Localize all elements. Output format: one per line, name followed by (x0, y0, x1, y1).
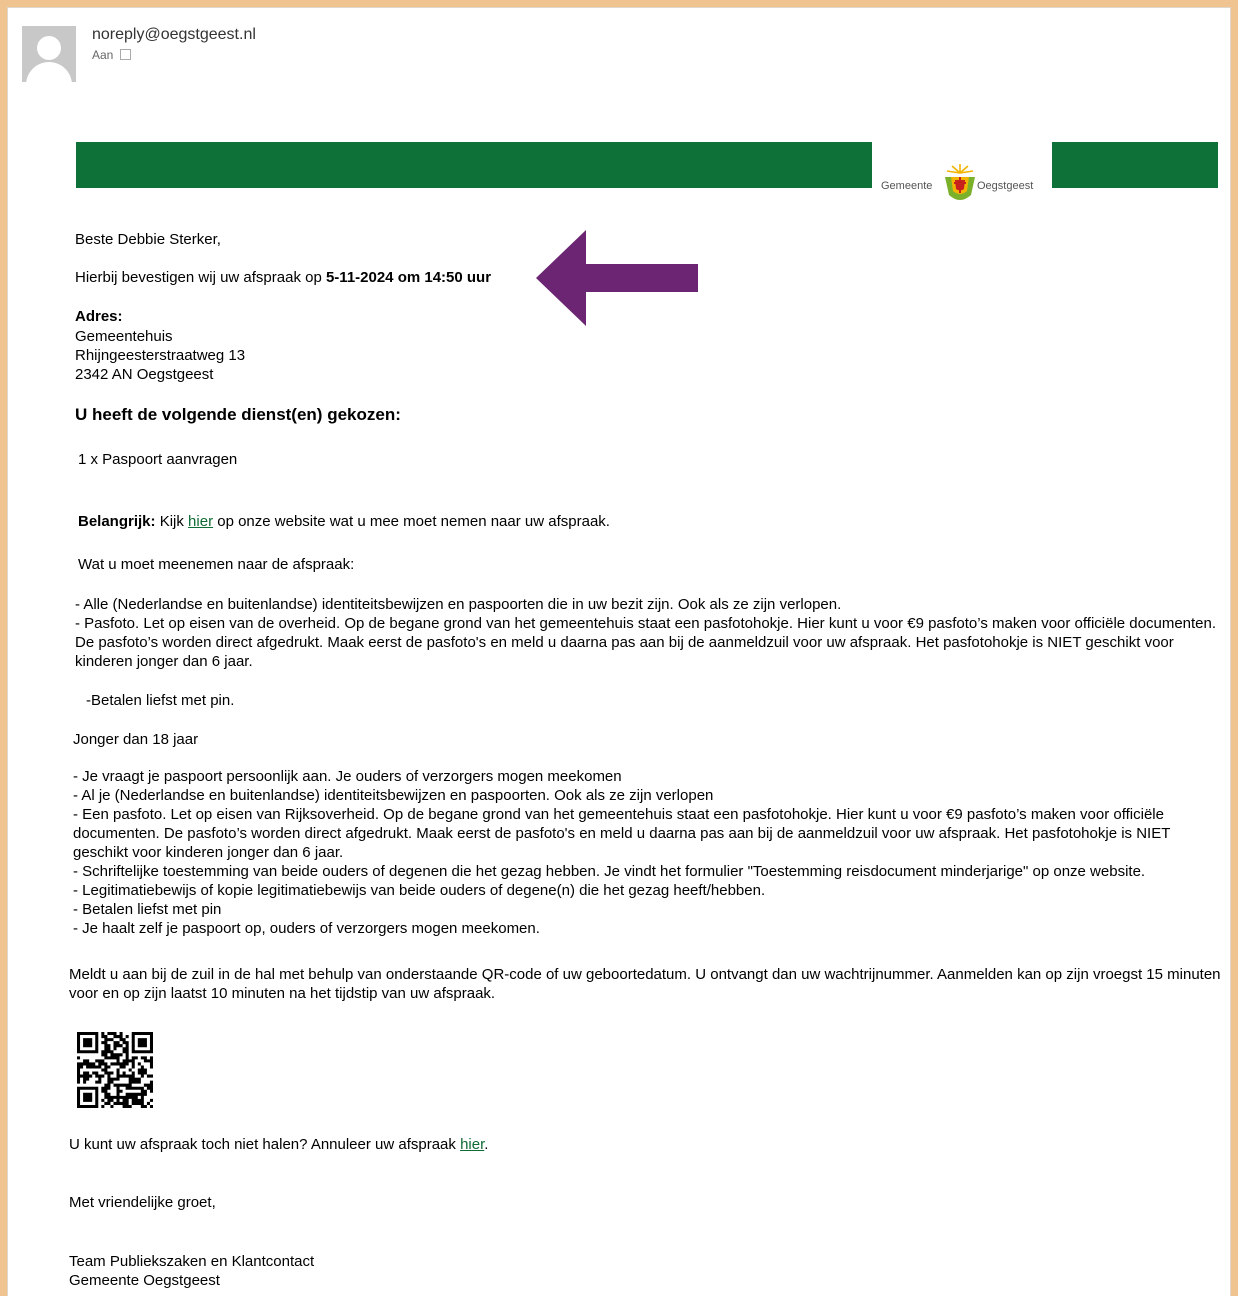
appointment-datetime: 5-11-2024 om 14:50 uur (325, 269, 492, 286)
email-viewer: noreply@oegstgeest.nl Aan Gemeente Oegst… (7, 7, 1231, 1296)
list-item: - Schriftelijke toestemming van beide ou… (73, 863, 1146, 880)
service-item: 1 x Paspoort aanvragen (78, 451, 238, 468)
greeting: Beste Debbie Sterker, (75, 231, 221, 248)
list-item: - Al je (Nederlandse en buitenlandse) id… (73, 787, 714, 804)
list-item: - Je haalt zelf je paspoort op, ouders o… (73, 920, 540, 937)
address-line: Gemeentehuis (75, 328, 173, 345)
coat-of-arms-icon (945, 164, 975, 200)
recipient-checkbox-icon[interactable] (120, 49, 132, 60)
logo-word-gemeente: Gemeente (881, 180, 933, 192)
address-line: 2342 AN Oegstgeest (75, 366, 214, 383)
list-item: - Betalen liefst met pin (73, 901, 222, 918)
pay-note: -Betalen liefst met pin. (86, 692, 235, 709)
sender-address[interactable]: noreply@oegstgeest.nl (92, 26, 256, 44)
website-link[interactable]: hier (188, 513, 213, 530)
list-item: - Alle (Nederlandse en buitenlandse) ide… (75, 596, 842, 613)
bring-list: - Alle (Nederlandse en buitenlandse) ide… (75, 595, 1222, 671)
important-label: Belangrijk: (78, 513, 156, 530)
minor-heading: Jonger dan 18 jaar (73, 731, 199, 748)
to-label: Aan (92, 48, 114, 62)
address-line: Rhijngeesterstraatweg 13 (75, 347, 246, 364)
list-item: - Een pasfoto. Let op eisen van Rijksove… (73, 806, 1171, 861)
header-banner-left (76, 142, 872, 188)
address-label: Adres: (75, 308, 123, 325)
minor-list: - Je vraagt je paspoort persoonlijk aan.… (73, 767, 1222, 938)
cancel-period: . (484, 1136, 489, 1153)
confirmation-line: Hierbij bevestigen wij uw afspraak op 5-… (75, 268, 491, 287)
services-heading: U heeft de volgende dienst(en) gekozen: (75, 405, 401, 424)
list-item: - Je vraagt je paspoort persoonlijk aan.… (73, 768, 622, 785)
confirmation-text: Hierbij bevestigen wij uw afspraak op (75, 269, 326, 286)
bring-heading: Wat u moet meenemen naar de afspraak: (78, 556, 355, 573)
recipient-row: Aan (92, 48, 132, 62)
municipality-logo: Gemeente Oegstgeest (881, 163, 1046, 203)
list-item: - Legitimatiebewijs of kopie legitimatie… (73, 882, 766, 899)
qr-code-image (77, 1032, 153, 1108)
signature-line: Gemeente Oegstgeest (69, 1272, 220, 1289)
avatar (22, 26, 76, 82)
checkin-instructions: Meldt u aan bij de zuil in de hal met be… (69, 966, 1221, 1002)
closing: Met vriendelijke groet, (69, 1194, 216, 1211)
purple-arrow-icon (536, 230, 698, 326)
logo-word-oegstgeest: Oegstgeest (977, 180, 1034, 192)
cancel-line: U kunt uw afspraak toch niet halen? Annu… (69, 1135, 488, 1154)
important-text-post: op onze website wat u mee moet nemen naa… (213, 513, 610, 530)
cancel-link[interactable]: hier (460, 1136, 484, 1153)
important-text-pre: Kijk (155, 513, 189, 530)
header-banner-right (1052, 142, 1218, 188)
list-item: - Pasfoto. Let op eisen van de overheid.… (75, 615, 1217, 670)
signature-line: Team Publiekszaken en Klantcontact (69, 1253, 315, 1270)
cancel-text: U kunt uw afspraak toch niet halen? Annu… (69, 1136, 461, 1153)
important-note: Belangrijk: Kijk hier op onze website wa… (78, 512, 610, 531)
